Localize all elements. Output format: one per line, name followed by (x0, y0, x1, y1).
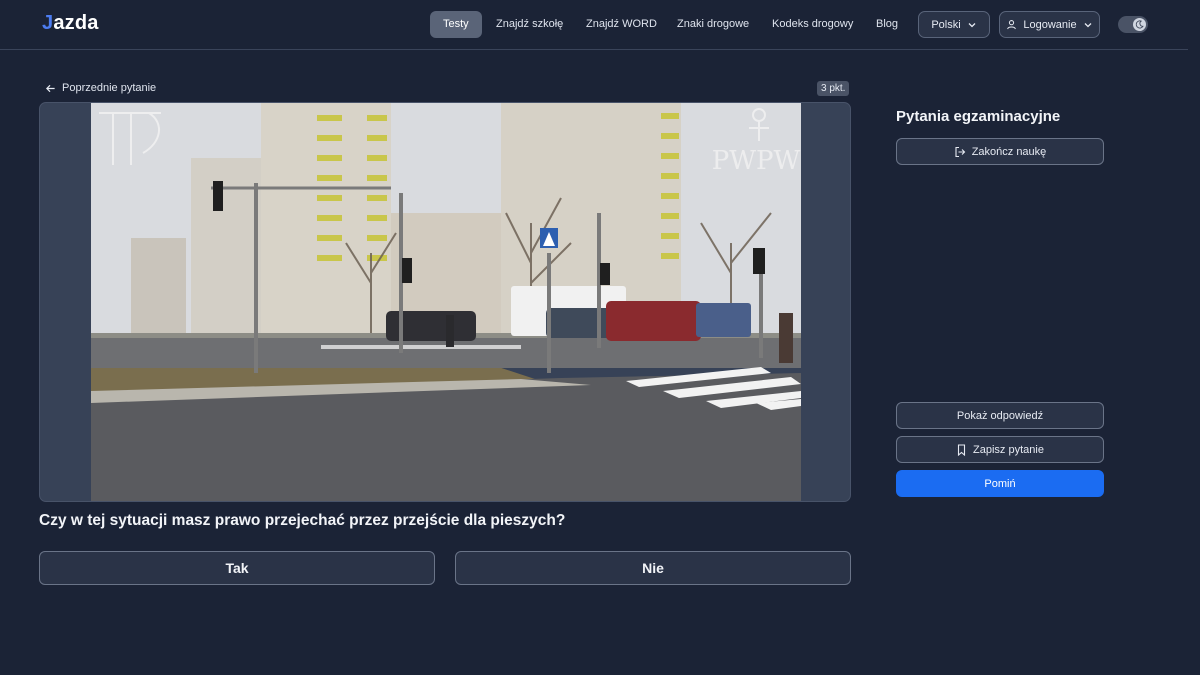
question-image: PWPW (91, 103, 801, 501)
finish-learning-button[interactable]: Zakończ naukę (896, 138, 1104, 165)
logout-icon (955, 146, 965, 157)
previous-question-label: Poprzednie pytanie (62, 82, 157, 94)
skip-button[interactable]: Pomiń (896, 470, 1104, 497)
save-question-label: Zapisz pytanie (973, 443, 1044, 456)
question-text: Czy w tej sytuacji masz prawo przejechać… (39, 512, 566, 529)
save-question-button[interactable]: Zapisz pytanie (896, 436, 1104, 463)
question-media-frame: PWPW (39, 102, 851, 502)
nav-item-znajdz-szkole[interactable]: Znajdź szkołę (496, 11, 563, 38)
moon-icon (1133, 18, 1146, 31)
nav-item-blog[interactable]: Blog (876, 11, 898, 38)
login-label: Logowanie (1023, 18, 1077, 31)
nav-item-znaki-drogowe[interactable]: Znaki drogowe (677, 11, 749, 38)
logo-text: azda (53, 12, 99, 34)
nav-item-kodeks-drogowy[interactable]: Kodeks drogowy (772, 11, 853, 38)
bookmark-icon (957, 443, 966, 456)
nav-item-testy[interactable]: Testy (430, 11, 482, 38)
language-select[interactable]: Polski (918, 11, 990, 38)
points-badge: 3 pkt. (817, 81, 850, 96)
chevron-down-icon (1084, 22, 1092, 27)
user-icon (1007, 20, 1017, 30)
previous-question-link[interactable]: Poprzednie pytanie (45, 81, 156, 95)
answer-nie-button[interactable]: Nie (455, 551, 851, 585)
logo-letter: J (42, 12, 54, 34)
answer-tak-button[interactable]: Tak (39, 551, 435, 585)
language-label: Polski (931, 18, 961, 31)
sidebar-title: Pytania egzaminacyjne (896, 108, 1061, 125)
show-answer-button[interactable]: Pokaż odpowiedź (896, 402, 1104, 429)
finish-learning-label: Zakończ naukę (971, 145, 1047, 158)
chevron-down-icon (968, 22, 976, 27)
login-menu-button[interactable]: Logowanie (999, 11, 1100, 38)
arrow-left-icon (45, 84, 55, 92)
jazda-logo[interactable]: Jazda (42, 12, 99, 35)
top-navbar: Jazda Testy Znajdź szkołę Znajdź WORD Zn… (0, 0, 1188, 50)
theme-toggle[interactable] (1118, 16, 1148, 33)
watermark-text: PWPW (712, 146, 801, 176)
nav-item-znajdz-word[interactable]: Znajdź WORD (586, 11, 657, 38)
